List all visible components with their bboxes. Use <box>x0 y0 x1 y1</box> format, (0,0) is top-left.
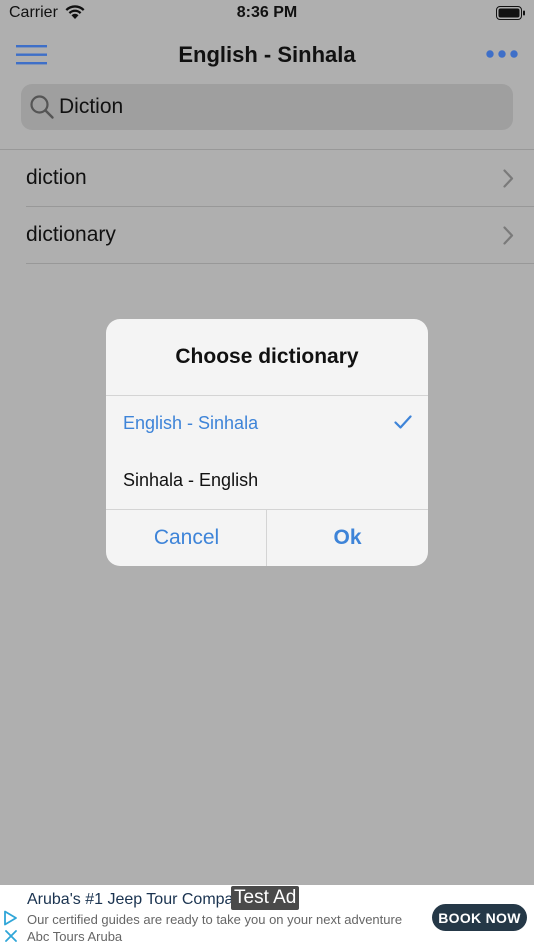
option-label: English - Sinhala <box>123 413 259 433</box>
option-label: Sinhala - English <box>123 470 259 490</box>
option-sinhala-english[interactable]: Sinhala - English <box>106 452 428 509</box>
chevron-right-icon <box>503 226 514 245</box>
choose-dictionary-dialog: Choose dictionary English - Sinhala Sinh… <box>106 319 428 566</box>
ad-title: Aruba's #1 Jeep Tour Company <box>27 891 237 908</box>
cancel-button[interactable]: Cancel <box>106 509 267 566</box>
more-icon[interactable] <box>486 48 518 60</box>
page-title: English - Sinhala <box>178 42 356 67</box>
ok-button[interactable]: Ok <box>267 509 428 566</box>
option-english-sinhala[interactable]: English - Sinhala <box>106 395 428 452</box>
list-item-label: dictionary <box>26 223 116 246</box>
dialog-title: Choose dictionary <box>175 345 359 368</box>
list-item-label: diction <box>26 166 87 189</box>
ad-choices-icon[interactable] <box>3 910 18 926</box>
test-ad-badge: Test Ad <box>231 886 300 910</box>
search-input[interactable] <box>59 84 499 130</box>
status-time: 8:36 PM <box>236 4 298 21</box>
hamburger-icon[interactable] <box>16 44 48 66</box>
search-bar <box>21 84 513 130</box>
check-icon <box>394 415 412 429</box>
list-item[interactable]: dictionary <box>26 207 534 264</box>
search-icon <box>30 95 54 119</box>
list-item[interactable]: diction <box>26 150 534 207</box>
status-bar: Carrier 8:36 PM <box>0 0 534 28</box>
battery-icon <box>496 6 525 20</box>
ad-body: Our certified guides are ready to take y… <box>27 912 403 944</box>
app-screen: Carrier 8:36 PM English - Sinhala Dictio… <box>0 0 534 950</box>
book-now-button[interactable]: BOOK NOW <box>432 904 527 931</box>
nav-bar: English - Sinhala <box>0 30 534 80</box>
close-icon[interactable] <box>5 930 17 942</box>
chevron-right-icon <box>503 169 514 188</box>
